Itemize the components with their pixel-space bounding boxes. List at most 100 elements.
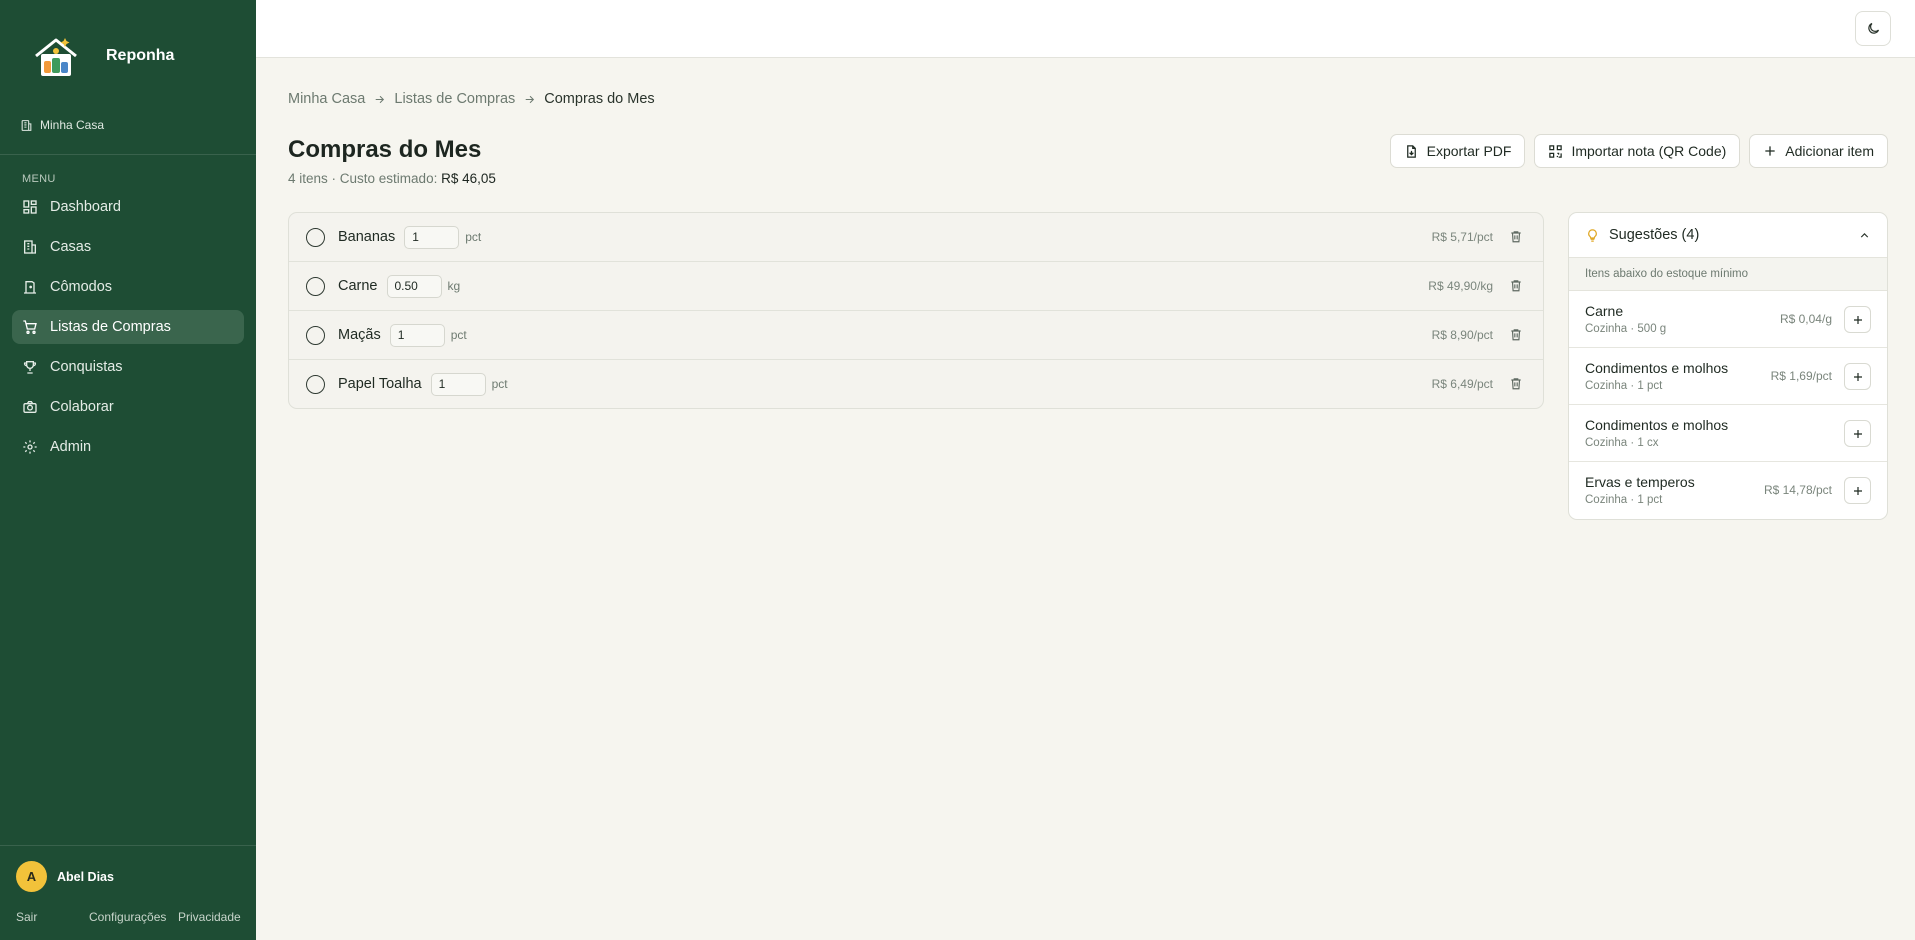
settings-link[interactable]: Configurações <box>89 910 166 924</box>
camera-icon <box>23 401 37 413</box>
suggestion-name: Ervas e temperos <box>1585 474 1695 490</box>
add-suggestion-button[interactable] <box>1844 306 1871 333</box>
item-price: R$ 8,90/pct <box>1431 328 1493 342</box>
button-label: Exportar PDF <box>1426 143 1512 159</box>
logout-link[interactable]: Sair <box>16 910 37 924</box>
plus-icon <box>1853 429 1862 438</box>
theme-toggle-button[interactable] <box>1855 11 1891 46</box>
import-qr-button[interactable]: Importar nota (QR Code) <box>1534 134 1741 168</box>
suggestions-title: Sugestões (4) <box>1609 227 1700 243</box>
suggestion-name: Condimentos e molhos <box>1585 360 1729 376</box>
building-icon <box>21 119 32 131</box>
app-name: Reponha <box>106 47 175 64</box>
buildings-icon <box>24 240 36 254</box>
sidebar-item-listas-de-compras[interactable]: Listas de Compras <box>12 310 244 344</box>
quantity-input[interactable] <box>389 323 445 347</box>
suggestion-meta: Cozinha · 1 cx <box>1585 437 1659 449</box>
door-icon <box>24 281 36 294</box>
item-checkbox[interactable] <box>306 227 325 247</box>
items-count: 4 itens <box>288 171 328 186</box>
item-price: R$ 6,49/pct <box>1431 377 1493 391</box>
sidebar-divider <box>0 845 256 846</box>
add-suggestion-button[interactable] <box>1844 477 1871 504</box>
chevron-up-icon[interactable] <box>1858 229 1871 242</box>
suggestions-note: Itens abaixo do estoque mínimo <box>1569 258 1887 291</box>
qr-code-icon <box>1549 144 1563 158</box>
sidebar-item-dashboard[interactable]: Dashboard <box>12 190 244 224</box>
suggestion-price: R$ 1,69/pct <box>1770 369 1832 383</box>
sidebar-item-label: Listas de Compras <box>50 319 171 335</box>
privacy-link[interactable]: Privacidade <box>178 910 241 924</box>
plus-icon <box>1853 486 1862 495</box>
file-download-icon <box>1406 144 1416 158</box>
cost-label: Custo estimado: <box>339 171 438 186</box>
cost-value: R$ 46,05 <box>441 171 496 186</box>
quantity-input[interactable] <box>404 225 460 249</box>
plus-icon <box>1853 315 1862 324</box>
page-subtitle: 4 itens · Custo estimado: R$ 46,05 <box>288 171 496 186</box>
suggestions-header[interactable]: Sugestões (4) <box>1569 213 1887 258</box>
arrow-right-icon <box>523 93 536 106</box>
sidebar-item-label: Colaborar <box>50 399 114 415</box>
item-unit: pct <box>465 230 482 244</box>
suggestion-meta: Cozinha · 1 pct <box>1585 380 1663 392</box>
export-pdf-button[interactable]: Exportar PDF <box>1389 134 1526 168</box>
menu-label: MENU <box>22 173 56 185</box>
sidebar-item-label: Conquistas <box>50 359 123 375</box>
moon-icon <box>1867 22 1879 34</box>
add-item-button[interactable]: Adicionar item <box>1749 134 1888 168</box>
quantity-input[interactable] <box>386 274 442 298</box>
add-suggestion-button[interactable] <box>1844 420 1871 447</box>
lightbulb-icon <box>1588 228 1597 242</box>
arrow-right-icon <box>373 93 386 106</box>
sidebar-nav: Dashboard Casas Cômodos Listas de Compra… <box>12 190 244 470</box>
sidebar-item-admin[interactable]: Admin <box>12 430 244 464</box>
page-actions: Exportar PDF Importar nota (QR Code) Adi… <box>1381 134 1888 168</box>
trash-icon[interactable] <box>1509 278 1523 293</box>
sidebar: Reponha Minha Casa MENU Dashboard Casas … <box>0 0 256 940</box>
user-profile[interactable]: A Abel Dias <box>16 861 114 892</box>
brand[interactable]: Reponha <box>32 34 174 78</box>
list-item: Papel Toalha pct R$ 6,49/pct <box>289 360 1543 408</box>
suggestion-meta: Cozinha · 1 pct <box>1585 494 1663 506</box>
list-item: Carne kg R$ 49,90/kg <box>289 262 1543 311</box>
button-label: Adicionar item <box>1785 143 1874 159</box>
quantity-input[interactable] <box>430 372 486 396</box>
item-unit: pct <box>450 328 467 342</box>
separator: · <box>327 171 340 186</box>
sidebar-divider <box>0 154 256 155</box>
plus-icon <box>1765 146 1775 156</box>
item-unit: kg <box>447 279 461 293</box>
sidebar-item-label: Casas <box>50 239 92 255</box>
top-bar <box>256 0 1915 58</box>
item-price: R$ 5,71/pct <box>1431 230 1493 244</box>
user-name: Abel Dias <box>57 869 114 884</box>
suggestion-item: Condimentos e molhos Cozinha · 1 cx <box>1569 405 1887 462</box>
sidebar-item-label: Dashboard <box>50 199 121 215</box>
item-checkbox[interactable] <box>306 325 325 345</box>
plus-icon <box>1853 372 1862 381</box>
breadcrumb-home[interactable]: Minha Casa <box>288 91 365 107</box>
sidebar-item-colaborar[interactable]: Colaborar <box>12 390 244 424</box>
button-label: Importar nota (QR Code) <box>1571 143 1727 159</box>
sidebar-item-comodos[interactable]: Cômodos <box>12 270 244 304</box>
trash-icon[interactable] <box>1509 376 1523 391</box>
sidebar-item-casas[interactable]: Casas <box>12 230 244 264</box>
house-name: Minha Casa <box>40 118 105 132</box>
page-title: Compras do Mes <box>288 136 482 163</box>
trophy-icon <box>23 361 37 374</box>
trash-icon[interactable] <box>1509 229 1523 244</box>
add-suggestion-button[interactable] <box>1844 363 1871 390</box>
suggestion-name: Condimentos e molhos <box>1585 417 1729 433</box>
item-checkbox[interactable] <box>306 276 325 296</box>
item-unit: pct <box>491 377 508 391</box>
house-selector[interactable]: Minha Casa <box>20 118 104 132</box>
item-checkbox[interactable] <box>306 374 325 394</box>
gear-icon <box>23 440 37 454</box>
list-item: Bananas pct R$ 5,71/pct <box>289 213 1543 262</box>
sidebar-item-conquistas[interactable]: Conquistas <box>12 350 244 384</box>
shopping-list: Bananas pct R$ 5,71/pct Carne kg R$ 49,9… <box>288 212 1544 409</box>
breadcrumb-lists[interactable]: Listas de Compras <box>394 91 515 107</box>
suggestion-meta: Cozinha · 500 g <box>1585 323 1667 335</box>
trash-icon[interactable] <box>1509 327 1523 342</box>
